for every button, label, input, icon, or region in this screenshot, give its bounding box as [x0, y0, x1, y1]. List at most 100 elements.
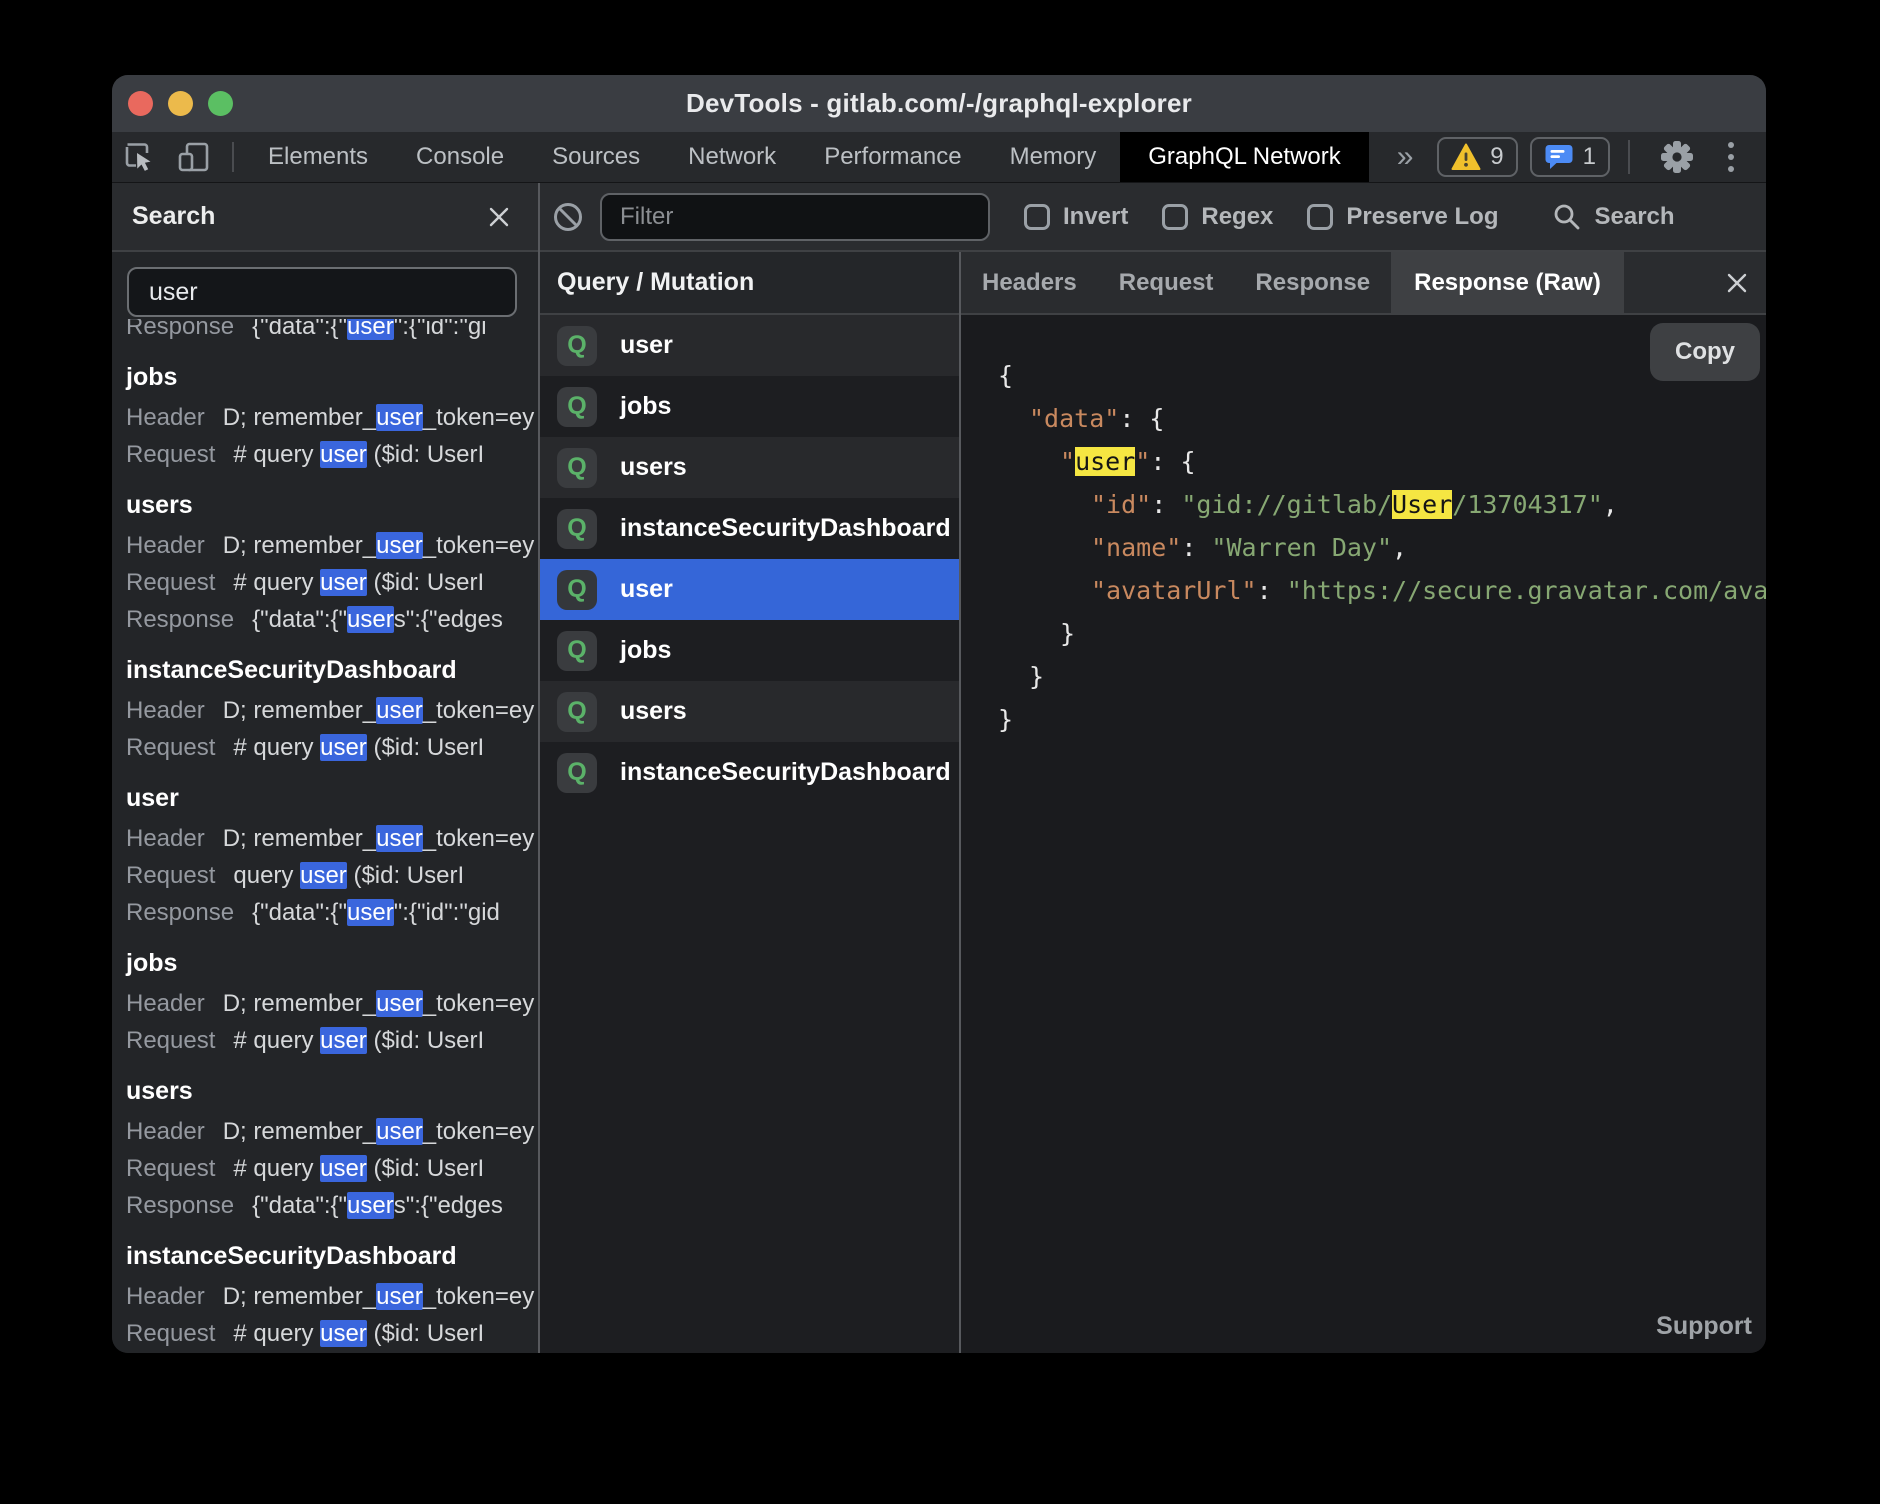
result-line[interactable]: HeaderD; remember_user_token=ey [126, 820, 538, 857]
query-list-item-user[interactable]: Quser [540, 315, 959, 376]
result-line[interactable]: HeaderD; remember_user_token=ey [126, 1278, 538, 1315]
search-icon [1552, 202, 1582, 232]
tab-memory[interactable]: Memory [986, 132, 1121, 182]
result-line[interactable]: Response{"data":{"user":{"id":"gi [126, 319, 538, 345]
result-line[interactable]: Request# query user ($id: UserI [126, 564, 538, 601]
result-line[interactable]: Request# query user ($id: UserI [126, 1315, 538, 1352]
zoom-window-button[interactable] [208, 91, 233, 116]
messages-badge[interactable]: 1 [1530, 137, 1610, 177]
result-line[interactable]: Response{"data":{"users":{"edges [126, 601, 538, 638]
match-highlight: user [376, 825, 423, 852]
tab-console[interactable]: Console [392, 132, 528, 182]
tab-response[interactable]: Response [1234, 252, 1391, 313]
tab-headers[interactable]: Headers [961, 252, 1098, 313]
settings-gear-icon[interactable] [1648, 139, 1706, 175]
result-line[interactable]: HeaderD; remember_user_token=ey [126, 1113, 538, 1150]
clear-log-icon[interactable] [552, 201, 584, 233]
minimize-window-button[interactable] [168, 91, 193, 116]
json-token: : [1150, 447, 1180, 476]
result-line[interactable]: Response{"data":{"users":{"edges [126, 1187, 538, 1224]
match-highlight: user [347, 1192, 394, 1219]
query-list-item-users[interactable]: Qusers [540, 681, 959, 742]
more-tabs-chevron-icon[interactable]: » [1391, 132, 1420, 182]
search-input[interactable] [127, 267, 517, 317]
query-list-item-label: instanceSecurityDashboard [620, 758, 951, 787]
tab-performance[interactable]: Performance [800, 132, 985, 182]
tab-response-raw[interactable]: Response (Raw) [1391, 252, 1624, 313]
checkbox-icon[interactable] [1307, 204, 1333, 230]
result-line[interactable]: Request# query user ($id: UserI [126, 1022, 538, 1059]
checkbox-regex[interactable]: Regex [1162, 203, 1273, 231]
device-toolbar-icon[interactable] [166, 132, 222, 182]
query-list-item-label: instanceSecurityDashboard [620, 514, 951, 543]
result-line-label: Request [126, 1320, 215, 1347]
result-line[interactable]: HeaderD; remember_user_token=ey [126, 985, 538, 1022]
checkbox-icon[interactable] [1024, 204, 1050, 230]
result-section-title[interactable]: jobs [126, 355, 538, 399]
result-line-label: Header [126, 1118, 205, 1145]
result-line-label: Request [126, 862, 215, 889]
checkbox-icon[interactable] [1162, 204, 1188, 230]
support-link[interactable]: Support [1656, 1312, 1752, 1341]
query-list-item-user[interactable]: Quser [540, 559, 959, 620]
query-type-badge: Q [557, 631, 597, 671]
close-window-button[interactable] [128, 91, 153, 116]
checkbox-preserve-log[interactable]: Preserve Log [1307, 203, 1498, 231]
query-list-item-jobs[interactable]: Qjobs [540, 376, 959, 437]
checkbox-invert[interactable]: Invert [1024, 203, 1128, 231]
result-section-title[interactable]: user [126, 776, 538, 820]
result-section-title[interactable]: jobs [126, 941, 538, 985]
json-token: /13704317" [1452, 490, 1603, 519]
result-line[interactable]: HeaderD; remember_user_token=ey [126, 527, 538, 564]
result-text: _token=ey [423, 990, 534, 1017]
query-list-item-users[interactable]: Qusers [540, 437, 959, 498]
result-text: ($id: UserI [367, 734, 484, 761]
result-line[interactable]: Request# query user ($id: UserI [126, 729, 538, 766]
result-section-title[interactable]: instanceSecurityDashboard [126, 648, 538, 692]
result-line-label: Header [126, 1283, 205, 1310]
result-line[interactable]: Response{"data":{"user":{"id":"gid [126, 894, 538, 931]
tab-elements[interactable]: Elements [244, 132, 392, 182]
tab-sources[interactable]: Sources [528, 132, 664, 182]
search-control[interactable]: Search [1552, 202, 1674, 232]
tab-request[interactable]: Request [1098, 252, 1235, 313]
result-text: ($id: UserI [367, 1320, 484, 1347]
result-section-title[interactable]: users [126, 1069, 538, 1113]
close-detail-panel-icon[interactable] [1724, 252, 1750, 313]
query-list-item-instanceSecurityDashboard[interactable]: QinstanceSecurityDashboard [540, 498, 959, 559]
inspect-element-icon[interactable] [112, 132, 166, 182]
filter-input[interactable] [600, 193, 990, 241]
query-type-badge: Q [557, 387, 597, 427]
warnings-badge[interactable]: 9 [1437, 137, 1517, 177]
match-highlight: user [320, 1155, 367, 1182]
search-panel-title: Search [132, 202, 215, 231]
tab-graphql-network[interactable]: GraphQL Network [1120, 132, 1369, 182]
result-line[interactable]: Requestquery user ($id: UserI [126, 857, 538, 894]
result-line-label: Header [126, 990, 205, 1017]
match-highlight: user [300, 862, 347, 889]
query-list-item-jobs[interactable]: Qjobs [540, 620, 959, 681]
query-type-badge: Q [557, 326, 597, 366]
result-section-title[interactable]: users [126, 483, 538, 527]
result-text: # query [233, 1027, 320, 1054]
close-search-panel-icon[interactable] [486, 204, 512, 230]
more-options-kebab-icon[interactable] [1718, 142, 1744, 172]
result-line[interactable]: Request# query user ($id: UserI [126, 436, 538, 473]
result-section-title[interactable]: instanceSecurityDashboard [126, 1234, 538, 1278]
match-highlight: user [376, 1118, 423, 1145]
devtools-tabs: ElementsConsoleSourcesNetworkPerformance… [244, 132, 1120, 182]
result-line[interactable]: HeaderD; remember_user_token=ey [126, 399, 538, 436]
copy-button[interactable]: Copy [1650, 323, 1760, 381]
result-line-label: Header [126, 697, 205, 724]
content-area: Query / Mutation QuserQjobsQusersQinstan… [540, 252, 1766, 1353]
titlebar: DevTools - gitlab.com/-/graphql-explorer [112, 75, 1766, 132]
tab-network[interactable]: Network [664, 132, 800, 182]
result-text: _token=ey [423, 1283, 534, 1310]
result-line[interactable]: Request# query user ($id: UserI [126, 1150, 538, 1187]
result-line[interactable]: HeaderD; remember_user_token=ey [126, 692, 538, 729]
query-mutation-panel: Query / Mutation QuserQjobsQusersQinstan… [540, 252, 961, 1353]
result-text: D; remember_ [223, 697, 376, 724]
query-list-item-instanceSecurityDashboard[interactable]: QinstanceSecurityDashboard [540, 742, 959, 803]
result-line-label: Response [126, 1192, 234, 1219]
clipped-result-line[interactable]: Response{"data":{"user":{"id":"gi [126, 319, 538, 345]
